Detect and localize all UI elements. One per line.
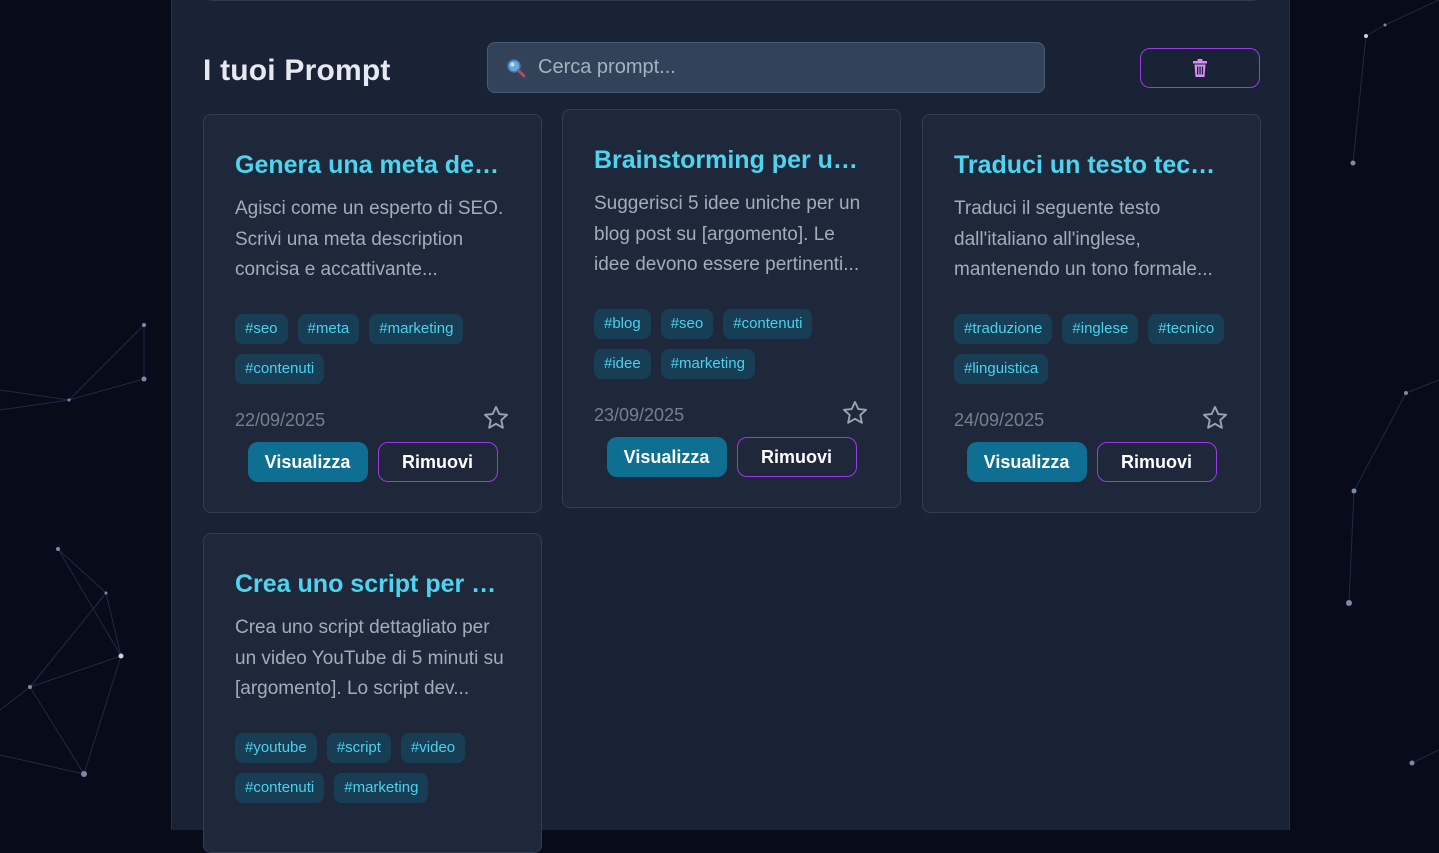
tag-list: #youtube #script #video #contenuti #mark… bbox=[235, 733, 510, 803]
delete-all-button[interactable] bbox=[1140, 48, 1260, 88]
tag[interactable]: #contenuti bbox=[235, 773, 325, 803]
trash-icon bbox=[1193, 59, 1207, 77]
prompt-card: Genera una meta desc... Agisci come un e… bbox=[203, 114, 542, 513]
tag[interactable]: #marketing bbox=[660, 349, 755, 379]
card-meta: 22/09/2025 bbox=[235, 404, 510, 436]
remove-button[interactable]: Rimuovi bbox=[377, 442, 498, 482]
card-description: Agisci come un esperto di SEO. Scrivi un… bbox=[235, 198, 504, 280]
tag[interactable]: #video bbox=[400, 733, 466, 763]
card-description: Crea uno script dettagliato per un video… bbox=[235, 617, 504, 699]
tag[interactable]: #seo bbox=[235, 314, 288, 344]
prompt-card: Crea uno script per un... Crea uno scrip… bbox=[203, 533, 542, 853]
card-date: 23/09/2025 bbox=[594, 405, 685, 425]
tag[interactable]: #inglese bbox=[1062, 314, 1139, 344]
card-date: 22/09/2025 bbox=[235, 410, 326, 430]
tag[interactable]: #idee bbox=[594, 349, 651, 379]
tag-list: #traduzione #inglese #tecnico #linguisti… bbox=[954, 314, 1229, 384]
tag[interactable]: #linguistica bbox=[954, 354, 1049, 384]
tag[interactable]: #blog bbox=[594, 309, 651, 339]
search-icon bbox=[507, 58, 526, 77]
star-icon[interactable] bbox=[482, 404, 510, 432]
tag[interactable]: #contenuti bbox=[723, 309, 813, 339]
tag[interactable]: #meta bbox=[297, 314, 360, 344]
tag[interactable]: #contenuti bbox=[235, 354, 325, 384]
tag[interactable]: #tecnico bbox=[1148, 314, 1225, 344]
card-date: 24/09/2025 bbox=[954, 410, 1045, 430]
card-actions: Visualizza Rimuovi bbox=[954, 442, 1229, 482]
card-description: Suggerisci 5 idee uniche per un blog pos… bbox=[594, 193, 861, 275]
card-meta: 23/09/2025 bbox=[594, 399, 869, 431]
tag[interactable]: #script bbox=[326, 733, 391, 763]
card-meta: 24/09/2025 bbox=[954, 404, 1229, 436]
prompts-panel: I tuoi Prompt Genera una meta desc... Ag… bbox=[171, 0, 1290, 853]
card-description: Traduci il seguente testo dall'italiano … bbox=[954, 198, 1213, 280]
tag[interactable]: #marketing bbox=[369, 314, 464, 344]
prompt-card: Brainstorming per un ... Suggerisci 5 id… bbox=[562, 109, 901, 508]
card-title[interactable]: Brainstorming per un ... bbox=[594, 110, 869, 175]
tag[interactable]: #youtube bbox=[235, 733, 317, 763]
card-actions: Visualizza Rimuovi bbox=[594, 437, 869, 477]
tag[interactable]: #traduzione bbox=[954, 314, 1053, 344]
view-button[interactable]: Visualizza bbox=[606, 437, 727, 477]
view-button[interactable]: Visualizza bbox=[247, 442, 368, 482]
tag[interactable]: #seo bbox=[660, 309, 714, 339]
prompt-card: Traduci un testo tecnico Traduci il segu… bbox=[922, 114, 1261, 513]
search-box[interactable] bbox=[487, 42, 1045, 93]
search-input[interactable] bbox=[536, 55, 1020, 80]
star-icon[interactable] bbox=[1201, 404, 1229, 432]
previous-section-edge bbox=[203, 0, 1262, 1]
star-icon[interactable] bbox=[841, 399, 869, 427]
card-actions: Visualizza Rimuovi bbox=[235, 442, 510, 482]
card-title[interactable]: Crea uno script per un... bbox=[235, 534, 510, 599]
card-title[interactable]: Traduci un testo tecnico bbox=[954, 115, 1229, 180]
card-title[interactable]: Genera una meta desc... bbox=[235, 115, 510, 180]
page-title: I tuoi Prompt bbox=[203, 54, 391, 87]
remove-button[interactable]: Rimuovi bbox=[1096, 442, 1217, 482]
view-button[interactable]: Visualizza bbox=[966, 442, 1087, 482]
tag-list: #seo #meta #marketing #contenuti bbox=[235, 314, 510, 384]
remove-button[interactable]: Rimuovi bbox=[736, 437, 857, 477]
tag[interactable]: #marketing bbox=[334, 773, 429, 803]
tag-list: #blog #seo #contenuti #idee #marketing bbox=[594, 309, 869, 379]
